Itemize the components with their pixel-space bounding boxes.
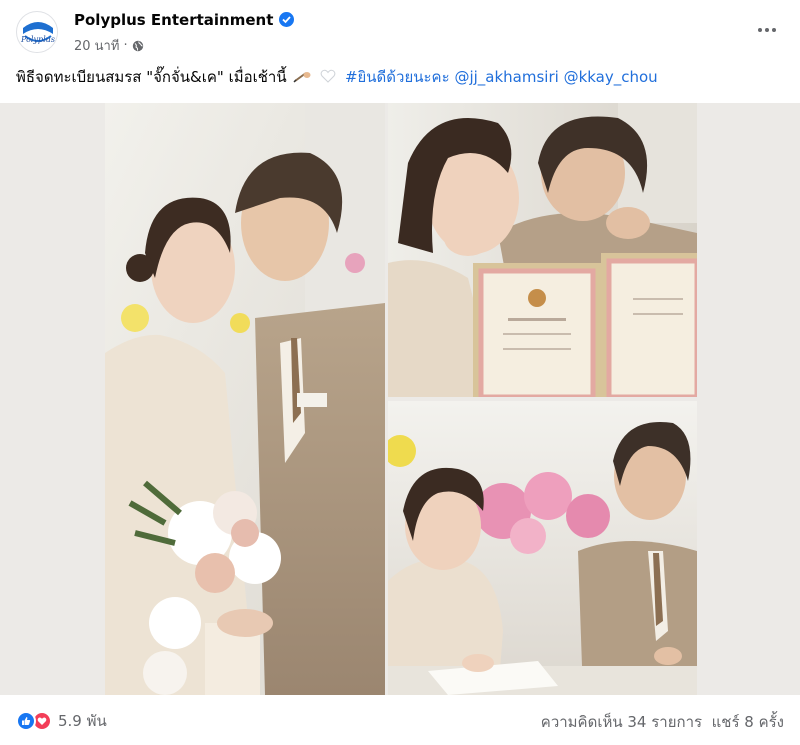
mention-link-jj[interactable]: @jj_akhamsiri: [454, 68, 558, 86]
post-caption: พิธีจดทะเบียนสมรส "จั๊กจั่น&เค" เมื่อเช้…: [16, 66, 786, 88]
page-avatar[interactable]: Polyplus: [16, 11, 58, 53]
post-media: [0, 103, 800, 695]
wedding-photo-certificate[interactable]: [388, 103, 697, 397]
globe-icon[interactable]: [132, 40, 144, 52]
svg-text:Polyplus: Polyplus: [20, 35, 55, 44]
hashtag-link[interactable]: #ยินดีด้วยนะคะ: [345, 68, 450, 86]
wedding-photo-signing[interactable]: [388, 401, 697, 695]
engagement-stats: ความคิดเห็น 34 รายการ แชร์ 8 ครั้ง: [541, 710, 784, 734]
wedding-photo-main[interactable]: [105, 103, 385, 695]
polyplus-logo-icon: Polyplus: [18, 13, 57, 52]
post-header: Polyplus Polyplus Entertainment 20 นาที …: [0, 0, 800, 62]
white-heart-emoji-icon: [320, 67, 338, 83]
like-reaction-icon: [16, 711, 36, 731]
post-meta: 20 นาที ·: [74, 35, 144, 56]
page-name[interactable]: Polyplus Entertainment: [74, 11, 295, 29]
wedding-photo-signing-image: [388, 401, 697, 695]
writing-hand-emoji-icon: [293, 67, 311, 83]
verified-badge-icon: [279, 12, 295, 27]
meta-separator: ·: [123, 38, 128, 53]
post-footer: 5.9 พัน ความคิดเห็น 34 รายการ แชร์ 8 ครั…: [0, 696, 800, 745]
caption-text: พิธีจดทะเบียนสมรส "จั๊กจั่น&เค" เมื่อเช้…: [16, 68, 287, 86]
wedding-photo-certificate-image: [388, 103, 697, 397]
reaction-count[interactable]: 5.9 พัน: [58, 709, 107, 733]
wedding-photo-main-image: [105, 103, 385, 695]
comments-count[interactable]: ความคิดเห็น 34 รายการ: [541, 713, 702, 731]
more-options-icon[interactable]: [752, 18, 782, 42]
mention-link-kkay[interactable]: @kkay_chou: [564, 68, 658, 86]
page-name-text[interactable]: Polyplus Entertainment: [74, 11, 273, 29]
post-time[interactable]: 20 นาที: [74, 35, 119, 56]
reactions-summary[interactable]: 5.9 พัน: [16, 709, 107, 733]
shares-count[interactable]: แชร์ 8 ครั้ง: [712, 713, 784, 731]
